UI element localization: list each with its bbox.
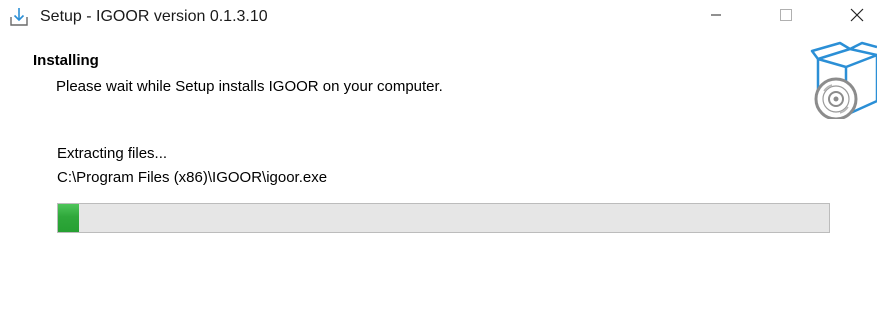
header-panel: Installing Please wait while Setup insta…: [0, 37, 877, 119]
maximize-button[interactable]: [763, 0, 809, 34]
minimize-icon: [710, 8, 722, 26]
minimize-button[interactable]: [693, 0, 739, 34]
close-button[interactable]: [834, 0, 877, 34]
setup-window: Setup - IGOOR version 0.1.3.10 Installin…: [0, 0, 877, 321]
box-with-disc-icon: [810, 41, 877, 119]
install-progress-bar: [57, 203, 830, 233]
page-title: Installing: [33, 52, 99, 69]
window-title: Setup - IGOOR version 0.1.3.10: [40, 8, 268, 25]
maximize-icon: [779, 8, 793, 27]
close-icon: [849, 7, 865, 28]
status-label: Extracting files...: [57, 145, 168, 162]
title-bar[interactable]: Setup - IGOOR version 0.1.3.10: [0, 0, 877, 34]
progress-fill: [58, 204, 79, 232]
page-subtitle: Please wait while Setup installs IGOOR o…: [56, 78, 443, 95]
current-file-path: C:\Program Files (x86)\IGOOR\igoor.exe: [57, 169, 328, 186]
installer-download-icon: [8, 6, 30, 28]
